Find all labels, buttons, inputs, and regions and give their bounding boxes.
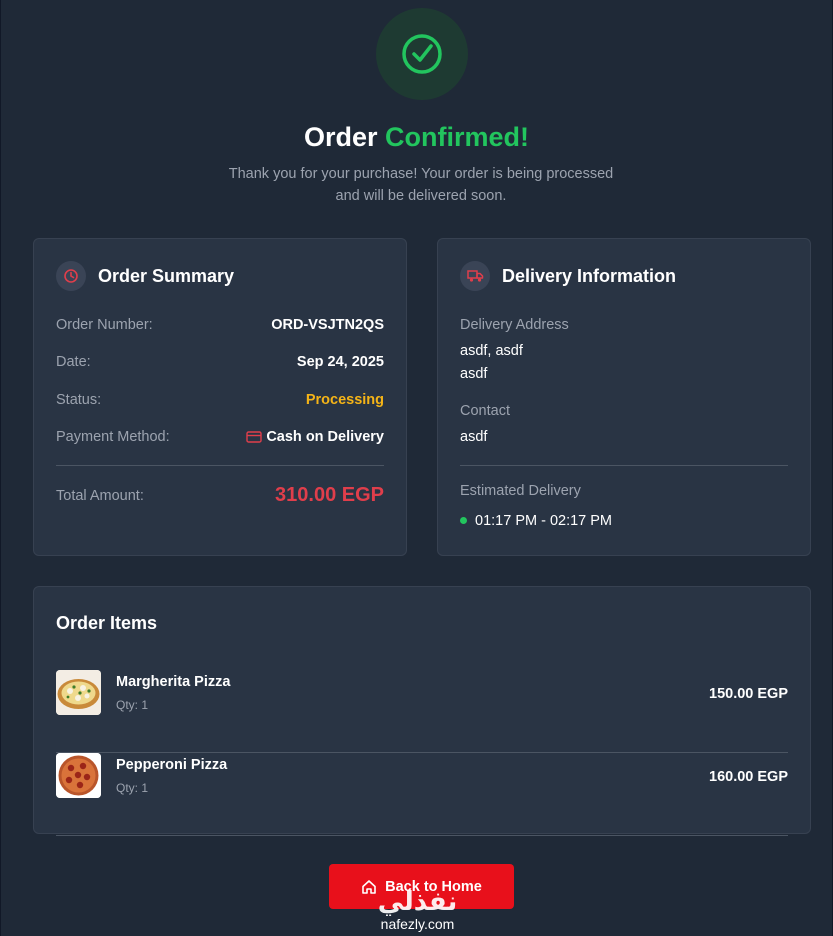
estimate-time: 01:17 PM - 02:17 PM: [475, 513, 613, 529]
address-line-1: asdf, asdf: [460, 343, 523, 359]
payment-method-text: Cash on Delivery: [266, 429, 384, 445]
success-badge: [376, 8, 468, 100]
subtitle-line-1: Thank you for your purchase! Your order …: [228, 166, 614, 182]
title-prefix: Order: [303, 122, 378, 152]
order-summary-title: Order Summary: [98, 265, 235, 286]
status-row: Status: Processing: [56, 392, 384, 408]
estimate-value: 01:17 PM - 02:17 PM: [460, 510, 612, 533]
delivery-divider: [460, 465, 788, 466]
contact-label: Contact: [460, 403, 510, 419]
address-value: asdf, asdf asdf: [460, 340, 523, 386]
address-label: Delivery Address: [460, 317, 569, 333]
payment-row: Payment Method: Cash on Delivery: [56, 429, 384, 445]
margherita-pizza-image: [56, 670, 101, 715]
payment-value: Cash on Delivery: [246, 429, 384, 445]
item-divider: [56, 835, 788, 836]
order-number-label: Order Number:: [56, 317, 153, 333]
order-items-card: Order Items Margherita Pizza Qty: 1 150.…: [33, 586, 811, 836]
nafezly-watermark: نفذلي nafezly.com: [360, 886, 475, 936]
total-amount: 310.00 EGP: [275, 484, 384, 506]
item-name: Pepperoni Pizza: [116, 757, 228, 773]
delivery-info-header: Delivery Information: [460, 261, 676, 291]
page-title: Order Confirmed!: [0, 122, 833, 153]
watermark-arabic: نفذلي: [377, 886, 458, 916]
estimate-label: Estimated Delivery: [460, 483, 581, 499]
date-label: Date:: [56, 354, 91, 370]
contact-value: asdf: [460, 429, 488, 445]
list-item: Pepperoni Pizza Qty: 1 160.00 EGP: [56, 753, 788, 836]
item-qty: Qty: 1: [116, 781, 149, 795]
order-summary-header: Order Summary: [56, 261, 234, 291]
item-price: 150.00 EGP: [709, 686, 788, 702]
list-item: Margherita Pizza Qty: 1 150.00 EGP: [56, 670, 788, 753]
order-number-row: Order Number: ORD-VSJTN2QS: [56, 317, 384, 333]
total-row: Total Amount: 310.00 EGP: [56, 484, 384, 507]
delivery-info-card: Delivery Information Delivery Address as…: [437, 238, 811, 556]
item-qty: Qty: 1: [116, 698, 149, 712]
order-items-title: Order Items: [56, 613, 158, 633]
title-accent: Confirmed!: [385, 122, 530, 152]
item-price: 160.00 EGP: [709, 769, 788, 785]
pepperoni-pizza-image: [56, 753, 101, 798]
truck-icon-badge: [460, 261, 490, 291]
summary-divider: [56, 465, 384, 466]
date-row: Date: Sep 24, 2025: [56, 354, 384, 370]
date-value: Sep 24, 2025: [296, 354, 384, 370]
clock-icon: [64, 269, 78, 283]
status-label: Status:: [56, 392, 102, 408]
delivery-info-title: Delivery Information: [502, 265, 677, 286]
order-summary-card: Order Summary Order Number: ORD-VSJTN2QS…: [33, 238, 407, 556]
order-number-value: ORD-VSJTN2QS: [271, 317, 384, 333]
status-value: Processing: [305, 392, 384, 408]
credit-card-icon: [246, 431, 263, 443]
check-circle-icon: [402, 34, 442, 74]
subtitle-line-2: and will be delivered soon.: [335, 188, 507, 204]
payment-label: Payment Method:: [56, 429, 170, 445]
page-subtitle: Thank you for your purchase! Your order …: [216, 163, 626, 207]
address-line-2: asdf: [460, 366, 488, 382]
total-label: Total Amount:: [56, 487, 144, 504]
watermark-latin: nafezly.com: [380, 916, 455, 932]
clock-icon-badge: [56, 261, 86, 291]
estimate-status-dot: [460, 516, 467, 524]
item-name: Margherita Pizza: [116, 674, 231, 690]
truck-icon: [466, 270, 483, 282]
